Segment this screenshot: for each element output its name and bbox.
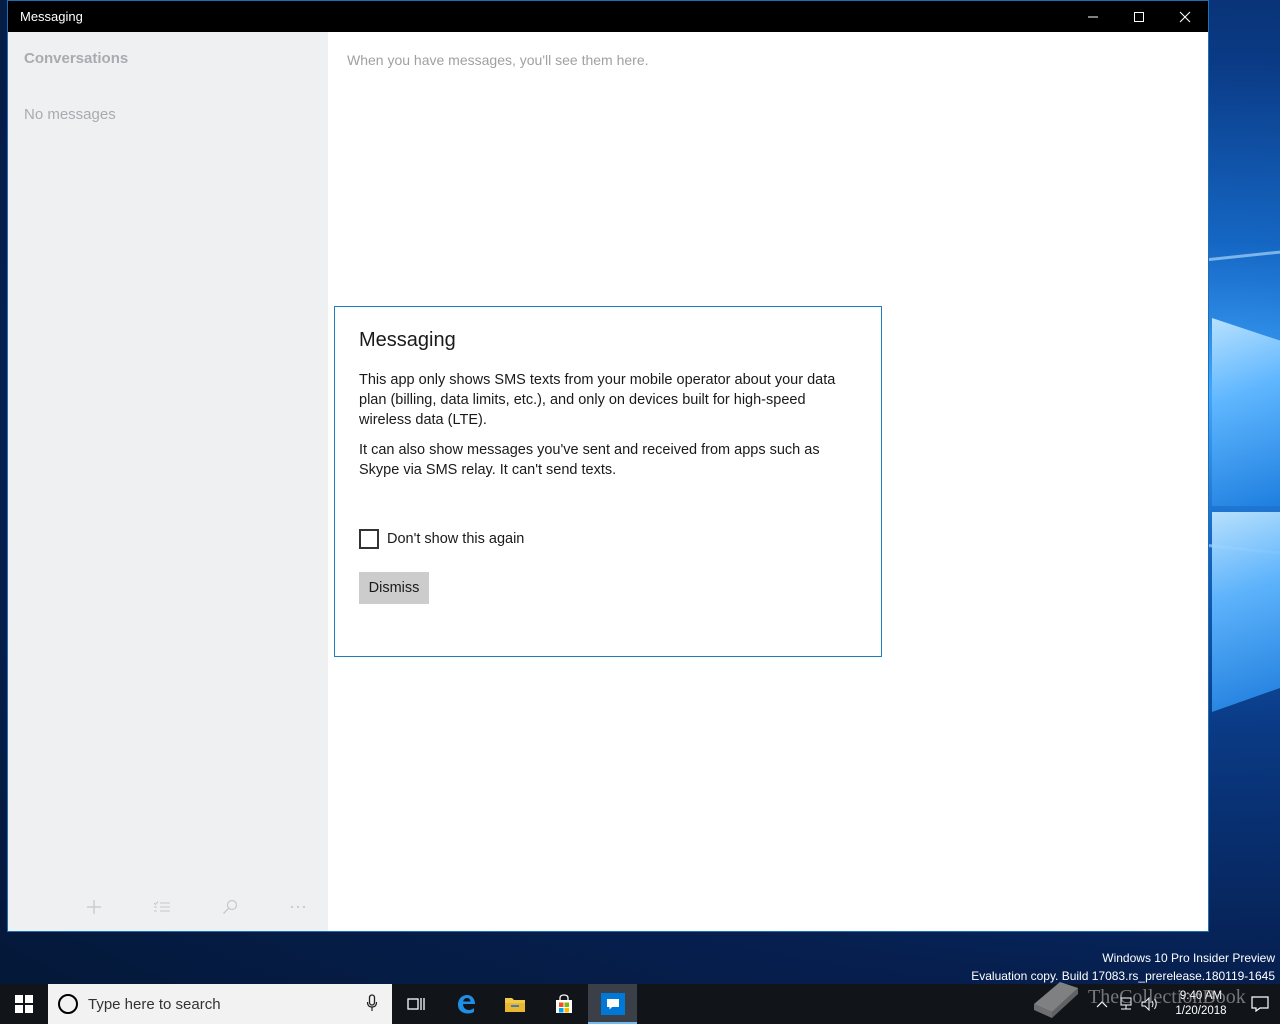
minimize-button[interactable] <box>1070 1 1116 32</box>
chevron-up-icon <box>1096 1001 1108 1008</box>
clock-date: 1/20/2018 <box>1175 1005 1227 1017</box>
dialog-title: Messaging <box>359 329 456 351</box>
show-hidden-icons-button[interactable] <box>1090 984 1114 1024</box>
dont-show-again-row[interactable]: Don't show this again <box>359 529 524 549</box>
close-button[interactable] <box>1162 1 1208 32</box>
add-icon <box>87 900 101 914</box>
edge-icon <box>457 995 475 1014</box>
windows-logo-pane-bottom <box>1212 512 1280 712</box>
select-button[interactable] <box>146 895 178 919</box>
windows-start-icon <box>15 995 33 1013</box>
search-placeholder: Type here to search <box>88 995 221 1013</box>
taskbar: Type here to search 9:40 AM 1/20/2018 <box>0 984 1280 1024</box>
empty-state-text: When you have messages, you'll see them … <box>347 52 649 68</box>
conversations-pane: Conversations No messages <box>8 32 328 931</box>
messaging-dialog: Messaging This app only shows SMS texts … <box>334 306 882 657</box>
action-center-icon <box>1251 996 1269 1012</box>
network-button[interactable] <box>1114 984 1138 1024</box>
dismiss-button[interactable]: Dismiss <box>359 572 429 604</box>
conversations-heading: Conversations <box>24 50 129 67</box>
microphone-icon[interactable] <box>366 994 378 1012</box>
store-icon <box>555 994 572 1013</box>
action-center-button[interactable] <box>1240 984 1280 1024</box>
select-icon <box>153 901 170 912</box>
file-explorer-button[interactable] <box>490 984 539 1024</box>
windows-logo-pane-top <box>1212 318 1280 506</box>
messaging-icon <box>600 993 625 1015</box>
search-icon <box>223 899 238 914</box>
sidebar-toolbar <box>78 895 314 919</box>
more-button[interactable] <box>282 895 314 919</box>
volume-button[interactable] <box>1138 984 1162 1024</box>
search-button[interactable] <box>214 895 246 919</box>
dialog-paragraph-2: It can also show messages you've sent an… <box>359 442 820 478</box>
taskbar-clock[interactable]: 9:40 AM 1/20/2018 <box>1162 989 1240 1019</box>
task-view-button[interactable] <box>392 984 441 1024</box>
watermark-build: Evaluation copy. Build 17083.rs_prerelea… <box>971 969 1275 983</box>
dont-show-again-checkbox[interactable] <box>359 529 379 549</box>
caption-buttons <box>1070 1 1208 32</box>
minimize-icon <box>1088 16 1098 17</box>
watermark-edition: Windows 10 Pro Insider Preview <box>1102 951 1275 965</box>
store-button[interactable] <box>539 984 588 1024</box>
title-bar[interactable]: Messaging <box>8 1 1208 32</box>
new-message-button[interactable] <box>78 895 110 919</box>
dialog-paragraph-1: This app only shows SMS texts from your … <box>359 372 836 428</box>
file-explorer-icon <box>504 998 525 1012</box>
volume-icon <box>1141 997 1157 1011</box>
system-tray: 9:40 AM 1/20/2018 <box>1090 984 1280 1024</box>
dont-show-again-label[interactable]: Don't show this again <box>387 531 524 547</box>
network-icon <box>1120 997 1132 1010</box>
messaging-taskbar-button[interactable] <box>588 984 637 1024</box>
maximize-button[interactable] <box>1116 1 1162 32</box>
clock-time: 9:40 AM <box>1179 990 1223 1002</box>
window-title: Messaging <box>20 9 83 24</box>
task-view-icon <box>406 998 425 1010</box>
cortana-icon <box>58 994 78 1014</box>
start-button[interactable] <box>0 984 48 1024</box>
more-icon <box>290 905 306 909</box>
edge-button[interactable] <box>441 984 490 1024</box>
close-icon <box>1179 11 1191 22</box>
no-messages-text: No messages <box>24 106 116 123</box>
maximize-icon <box>1134 11 1144 22</box>
taskbar-search-box[interactable]: Type here to search <box>48 984 392 1024</box>
build-watermark: Windows 10 Pro Insider Preview Evaluatio… <box>971 949 1275 985</box>
